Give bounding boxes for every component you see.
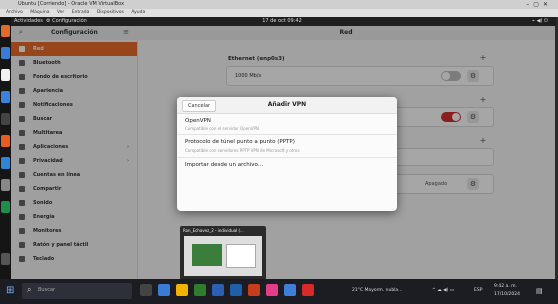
option-pptp[interactable]: Protocolo de túnel punto a punto (PPTP) … xyxy=(177,135,397,158)
app-icon[interactable] xyxy=(266,284,278,296)
task-view-icon[interactable] xyxy=(140,284,152,296)
firefox-icon[interactable] xyxy=(1,25,10,37)
menu-ayuda[interactable]: Ayuda xyxy=(131,10,145,15)
window-preview-thumbnail[interactable]: Ron_Echavez_2 - individual (... xyxy=(180,226,266,280)
menu-dispositivos[interactable]: Dispositivos xyxy=(97,10,124,15)
rhythmbox-icon[interactable] xyxy=(1,113,10,125)
taskbar-date[interactable]: 17/10/2024 xyxy=(494,292,520,297)
window-controls[interactable]: –▢✕ xyxy=(526,0,552,9)
explorer-icon[interactable] xyxy=(176,284,188,296)
software-icon[interactable] xyxy=(1,135,10,147)
option-name: Importar desde un archivo… xyxy=(185,162,264,168)
trash-icon[interactable] xyxy=(1,201,10,213)
clock[interactable]: 17 de oct 09:42 xyxy=(262,18,302,24)
option-openvpn[interactable]: OpenVPN Compatible con el servidor OpenV… xyxy=(177,114,397,135)
taskbar-search[interactable]: ⌕ Buscar xyxy=(22,283,132,299)
search-placeholder: Buscar xyxy=(38,287,56,293)
language-indicator[interactable]: ESP xyxy=(474,288,482,293)
dialog-header: Añadir VPN Cancelar xyxy=(177,97,397,114)
disk-icon[interactable] xyxy=(1,179,10,191)
add-vpn-dialog: Añadir VPN Cancelar OpenVPN Compatible c… xyxy=(177,97,397,211)
thumbnail-caption: Ron_Echavez_2 - individual (... xyxy=(183,228,244,233)
vbox-menu-bar: Archivo Máquina Ver Entrada Dispositivos… xyxy=(0,9,558,17)
help-icon[interactable] xyxy=(1,157,10,169)
vbox-title-bar: Ubuntu [Corriendo] - Oracle VM VirtualBo… xyxy=(0,0,558,9)
search-icon: ⌕ xyxy=(27,285,32,294)
writer-icon[interactable] xyxy=(1,91,10,103)
menu-maquina[interactable]: Máquina xyxy=(30,10,49,15)
weather-label[interactable]: 21°C Mayorm. nubla... xyxy=(352,288,402,293)
system-tray: 21°C Mayorm. nubla... ^ ☁ ◀) ▭ ESP 9:42 … xyxy=(352,279,552,304)
thumbnail-image xyxy=(184,236,262,276)
files-icon[interactable] xyxy=(1,69,10,81)
word-icon[interactable] xyxy=(212,284,224,296)
windows-start-icon[interactable]: ⊞ xyxy=(6,285,18,297)
windows-taskbar: ⊞ ⌕ Buscar 21°C Mayorm. nubla... ^ ☁ ◀) … xyxy=(0,279,558,304)
tray-icons[interactable]: ^ ☁ ◀) ▭ xyxy=(432,288,454,293)
option-name: Protocolo de túnel punto a punto (PPTP) xyxy=(185,139,295,145)
gnome-top-bar: Actividades ⚙ Configuración 17 de oct 09… xyxy=(8,17,556,26)
edge-icon[interactable] xyxy=(158,284,170,296)
chrome-icon[interactable] xyxy=(302,284,314,296)
option-desc: Compatible con servidores PPTP VPN de Mi… xyxy=(185,148,300,153)
option-import[interactable]: Importar desde un archivo… xyxy=(177,158,397,174)
excel-icon[interactable] xyxy=(194,284,206,296)
activities-button[interactable]: Actividades ⚙ Configuración xyxy=(14,17,87,26)
option-name: OpenVPN xyxy=(185,118,211,124)
menu-archivo[interactable]: Archivo xyxy=(6,10,23,15)
virtualbox-icon[interactable] xyxy=(230,284,242,296)
ubuntu-dock xyxy=(0,17,11,279)
taskbar-time[interactable]: 9:42 a. m. xyxy=(494,284,517,289)
vbox-title: Ubuntu [Corriendo] - Oracle VM VirtualBo… xyxy=(18,1,125,7)
menu-entrada[interactable]: Entrada xyxy=(72,10,90,15)
store-icon[interactable] xyxy=(284,284,296,296)
menu-ver[interactable]: Ver xyxy=(57,10,64,15)
system-tray-icons[interactable]: ⌁ ◀) ⏻ xyxy=(532,17,548,26)
cancel-button[interactable]: Cancelar xyxy=(182,100,217,112)
thunderbird-icon[interactable] xyxy=(1,47,10,59)
screen: Ubuntu [Corriendo] - Oracle VM VirtualBo… xyxy=(0,0,558,304)
option-desc: Compatible con el servidor OpenVPN xyxy=(185,126,259,131)
show-apps-icon[interactable] xyxy=(1,253,10,265)
notification-icon[interactable]: ▤ xyxy=(536,287,543,295)
powerpoint-icon[interactable] xyxy=(248,284,260,296)
